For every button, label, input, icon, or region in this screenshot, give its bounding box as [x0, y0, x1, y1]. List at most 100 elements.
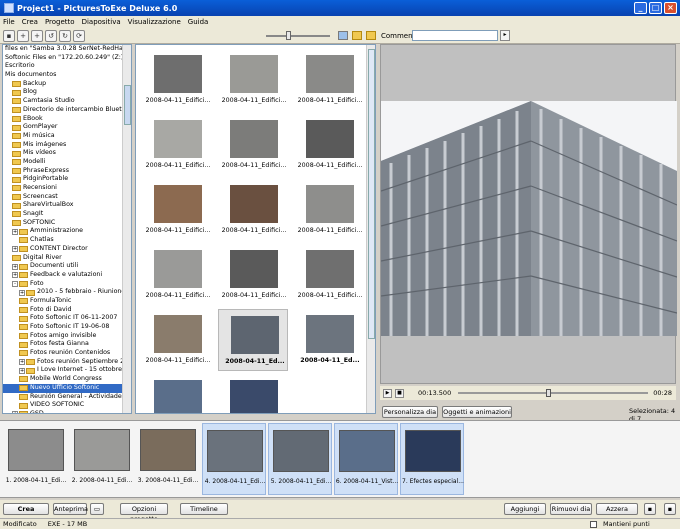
- tree-item[interactable]: Mis documentos: [3, 71, 131, 80]
- minimize-button[interactable]: _: [634, 2, 647, 14]
- rotate-left-icon[interactable]: ↺: [45, 30, 57, 42]
- thumbnail[interactable]: 2008-04-11_Edifici...: [294, 114, 364, 176]
- tree-item[interactable]: PidginPortable: [3, 175, 131, 184]
- expand-icon[interactable]: +: [19, 359, 25, 366]
- thumbnail[interactable]: 2008-04-11_Edifici...: [142, 179, 212, 241]
- thumbnail[interactable]: 2008-04-11_Edifici...: [294, 179, 364, 241]
- tree-item[interactable]: + Fotos reunión Septiembre 2008: [3, 358, 131, 367]
- thumbnail[interactable]: 2008-04-11_Edifici...: [142, 114, 212, 176]
- expand-icon[interactable]: +: [12, 272, 18, 279]
- slide-item[interactable]: 7. Efectes especial...: [400, 423, 464, 495]
- tree-item[interactable]: Foto Softonic IT 06-11-2007: [3, 314, 131, 323]
- save-icon[interactable]: ▪: [664, 503, 676, 515]
- tree-item[interactable]: Mi música: [3, 132, 131, 141]
- playback-slider[interactable]: [458, 389, 648, 397]
- tree-item[interactable]: SnagIt: [3, 210, 131, 219]
- thumbnail[interactable]: 2008-04-11_Edifici...: [142, 49, 212, 111]
- tree-item[interactable]: Softonic Files en "172.20.60.249" (Z:): [3, 54, 131, 63]
- menu-crea[interactable]: Crea: [22, 18, 38, 26]
- tree-item[interactable]: Backup: [3, 80, 131, 89]
- tree-item[interactable]: Chatlas: [3, 236, 131, 245]
- thumbnail[interactable]: 2008-04-11_Edifici...: [142, 244, 212, 306]
- expand-icon[interactable]: +: [19, 289, 25, 296]
- tree-item[interactable]: + GSD: [3, 410, 131, 413]
- tree-item[interactable]: GomPlayer: [3, 123, 131, 132]
- tree-item[interactable]: Blog: [3, 88, 131, 97]
- create-button[interactable]: Crea: [3, 503, 49, 515]
- thumbnail-scrollbar[interactable]: [366, 45, 375, 413]
- tree-item[interactable]: Digital River: [3, 254, 131, 263]
- thumbnail[interactable]: 2008-04-11_Edifici...: [218, 179, 288, 241]
- preview-button[interactable]: Anteprima: [53, 503, 88, 515]
- tree-item[interactable]: Fotos reunión Contenidos: [3, 349, 131, 358]
- maximize-button[interactable]: □: [649, 2, 662, 14]
- comment-input[interactable]: [412, 30, 498, 41]
- tree-item[interactable]: ShareVirtualBox: [3, 201, 131, 210]
- tree-item[interactable]: + CONTENT Director: [3, 245, 131, 254]
- refresh-icon[interactable]: ⟳: [73, 30, 85, 42]
- tree-item[interactable]: PhraseExpress: [3, 167, 131, 176]
- add-folder-icon[interactable]: ▪: [3, 30, 15, 42]
- expand-icon[interactable]: +: [12, 411, 18, 413]
- tree-item[interactable]: SOFTONIC: [3, 219, 131, 228]
- tree-item[interactable]: files en "Samba 3.0.28 SerNet-RedHat (17…: [3, 45, 131, 54]
- tree-item[interactable]: Foto Softonic IT 19-06-08: [3, 323, 131, 332]
- stop-icon[interactable]: ■: [395, 388, 404, 398]
- thumbnail[interactable]: 2008-04-11_Edifici...: [142, 309, 212, 371]
- comment-edit-icon[interactable]: ▸: [500, 30, 510, 41]
- expand-icon[interactable]: +: [12, 246, 18, 253]
- objects-animations-button[interactable]: Oggetti e animazioni: [442, 406, 512, 418]
- project-options-button[interactable]: Opzioni progetto: [120, 503, 168, 523]
- slide-item[interactable]: 1. 2008-04-11_Edi...: [4, 423, 68, 495]
- menu-progetto[interactable]: Progetto: [45, 18, 75, 26]
- tree-item[interactable]: Escritorio: [3, 62, 131, 71]
- thumbnail[interactable]: [142, 374, 212, 413]
- tree-item[interactable]: VIDEO SOFTONIC: [3, 401, 131, 410]
- tree-item[interactable]: Foto di David: [3, 306, 131, 315]
- folder-up-icon[interactable]: [366, 31, 376, 40]
- tree-item[interactable]: + Documenti utili: [3, 262, 131, 271]
- thumbnail[interactable]: 2008-04-11_Edifici...: [218, 114, 288, 176]
- expand-icon[interactable]: +: [12, 228, 18, 235]
- thumbnail[interactable]: 2008-04-11_Ed...: [294, 309, 364, 371]
- tree-item[interactable]: Mis imágenes: [3, 141, 131, 150]
- thumbnail[interactable]: 2008-04-11_Edifici...: [294, 244, 364, 306]
- thumbnail-size-slider[interactable]: [266, 31, 330, 40]
- slide-item[interactable]: 4. 2008-04-11_Edi...: [202, 423, 266, 495]
- keep-points-checkbox[interactable]: [590, 521, 597, 528]
- tree-item[interactable]: + I Love Internet - 15 ottobre 2008: [3, 366, 131, 375]
- slide-item[interactable]: 6. 2008-04-11_Vist...: [334, 423, 398, 495]
- slide-item[interactable]: 3. 2008-04-11_Edi...: [136, 423, 200, 495]
- tree-item[interactable]: Reunión General - Actividades (Fel: [3, 393, 131, 402]
- play-icon[interactable]: ▶: [383, 388, 392, 398]
- tree-item[interactable]: Mis vídeos: [3, 149, 131, 158]
- thumbnail[interactable]: 2008-04-11_Edifici...: [218, 244, 288, 306]
- add-button[interactable]: Aggiungi: [504, 503, 546, 515]
- fullscreen-icon[interactable]: ▭: [90, 503, 104, 515]
- menu-diapositiva[interactable]: Diapositiva: [82, 18, 121, 26]
- expand-icon[interactable]: +: [19, 367, 25, 374]
- close-button[interactable]: ×: [664, 2, 677, 14]
- tree-item[interactable]: EBook: [3, 115, 131, 124]
- tree-item[interactable]: Fotos festa Gianna: [3, 340, 131, 349]
- slide-item[interactable]: 5. 2008-04-11_Edi...: [268, 423, 332, 495]
- settings-icon[interactable]: ▪: [644, 503, 656, 515]
- menu-file[interactable]: File: [3, 18, 15, 26]
- add-all-icon[interactable]: +: [31, 30, 43, 42]
- menu-guida[interactable]: Guida: [188, 18, 209, 26]
- tree-item[interactable]: + Amministrazione: [3, 227, 131, 236]
- add-icon[interactable]: +: [17, 30, 29, 42]
- tree-item[interactable]: Camtasia Studio: [3, 97, 131, 106]
- rotate-right-icon[interactable]: ↻: [59, 30, 71, 42]
- thumbnail[interactable]: 2008-04-11_Edifici...: [294, 49, 364, 111]
- thumbnail[interactable]: [218, 374, 288, 413]
- remove-slide-button[interactable]: Rimuovi dia: [550, 503, 592, 515]
- folder-tree[interactable]: files en "Samba 3.0.28 SerNet-RedHat (17…: [2, 44, 132, 414]
- tree-item[interactable]: Nuevo Ufficio Softonic: [3, 383, 131, 393]
- reset-button[interactable]: Azzera: [596, 503, 638, 515]
- slide-item[interactable]: 2. 2008-04-11_Edi...: [70, 423, 134, 495]
- view-icon[interactable]: [338, 31, 348, 40]
- menu-visualizzazione[interactable]: Visualizzazione: [128, 18, 181, 26]
- folder-icon[interactable]: [352, 31, 362, 40]
- tree-item[interactable]: Modelli: [3, 158, 131, 167]
